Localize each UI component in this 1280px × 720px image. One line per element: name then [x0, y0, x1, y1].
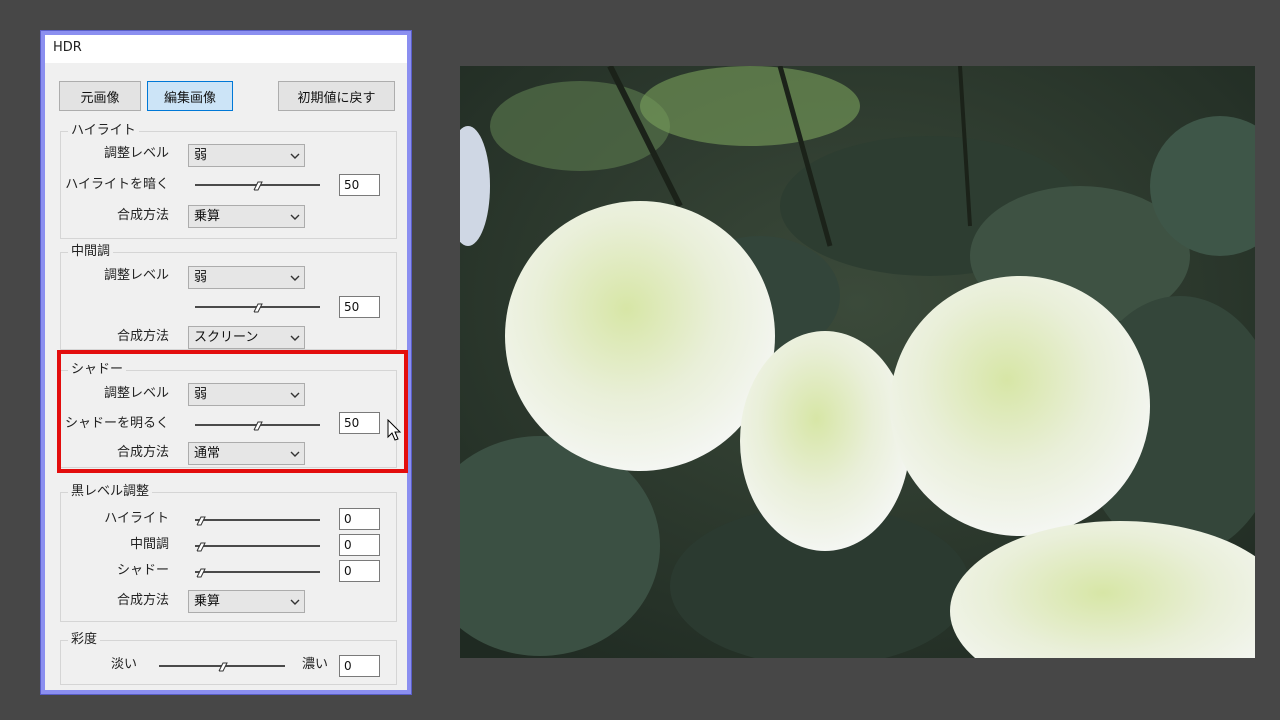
chevron-down-icon [290, 335, 300, 341]
midtone-blend-label: 合成方法 [116, 329, 169, 344]
edited-image-button[interactable]: 編集画像 [147, 81, 233, 111]
highlight-group-title: ハイライト [68, 123, 139, 139]
original-image-button[interactable]: 元画像 [59, 81, 141, 111]
saturation-group: 彩度 淡い 濃い 0 [60, 632, 397, 685]
slider-thumb-icon[interactable] [217, 660, 229, 672]
midtone-level-select[interactable]: 弱 [188, 266, 305, 289]
highlight-level-label: 調整レベル [103, 146, 169, 161]
midtone-slider-value[interactable]: 50 [339, 296, 380, 318]
midtone-blend-value: スクリーン [194, 330, 259, 345]
slider-thumb-icon[interactable] [195, 566, 207, 578]
highlight-level-select[interactable]: 弱 [188, 144, 305, 167]
highlight-darken-label: ハイライトを暗く [65, 177, 169, 192]
saturation-group-title: 彩度 [68, 632, 101, 648]
black-level-group: 黒レベル調整 ハイライト 0 中間調 0 シャドー 0 合成方法 乗算 [60, 484, 397, 622]
highlight-group: ハイライト 調整レベル 弱 ハイライトを暗く 50 合成方法 乗算 [60, 123, 397, 239]
hdr-dialog: HDR 元画像 編集画像 初期値に戻す ハイライト 調整レベル 弱 ハイライトを… [41, 31, 411, 694]
shadow-highlight-box [57, 350, 408, 473]
chevron-down-icon [290, 214, 300, 220]
midtone-level-label: 調整レベル [103, 268, 169, 283]
saturation-value[interactable]: 0 [339, 655, 380, 677]
chevron-down-icon [290, 275, 300, 281]
slider-thumb-icon[interactable] [252, 179, 264, 191]
black-midtone-label: 中間調 [129, 537, 169, 552]
black-shadow-value[interactable]: 0 [339, 560, 380, 582]
black-shadow-slider[interactable] [195, 562, 320, 582]
hydrangea-photo-icon [460, 66, 1255, 658]
black-blend-value: 乗算 [194, 594, 221, 609]
highlight-darken-slider[interactable] [195, 175, 320, 195]
chevron-down-icon [290, 153, 300, 159]
midtone-slider[interactable] [195, 297, 320, 317]
black-level-group-title: 黒レベル調整 [68, 484, 153, 500]
slider-thumb-icon[interactable] [252, 301, 264, 313]
black-blend-label: 合成方法 [116, 593, 169, 608]
preview-image [460, 66, 1255, 658]
saturation-slider[interactable] [159, 656, 285, 676]
highlight-level-value: 弱 [194, 148, 208, 163]
chevron-down-icon [290, 599, 300, 605]
black-shadow-label: シャドー [116, 563, 169, 578]
midtone-level-value: 弱 [194, 270, 208, 285]
highlight-blend-label: 合成方法 [116, 208, 169, 223]
black-midtone-slider[interactable] [195, 536, 320, 556]
black-highlight-label: ハイライト [104, 511, 169, 526]
black-highlight-slider[interactable] [195, 510, 320, 530]
midtone-group-title: 中間調 [68, 244, 114, 260]
mouse-cursor-icon [387, 419, 402, 441]
slider-thumb-icon[interactable] [195, 514, 207, 526]
black-midtone-value[interactable]: 0 [339, 534, 380, 556]
midtone-blend-select[interactable]: スクリーン [188, 326, 305, 349]
saturation-low-label: 淡い [111, 657, 138, 672]
highlight-blend-select[interactable]: 乗算 [188, 205, 305, 228]
saturation-high-label: 濃い [302, 657, 329, 672]
highlight-blend-value: 乗算 [194, 209, 221, 224]
highlight-darken-value[interactable]: 50 [339, 174, 380, 196]
black-highlight-value[interactable]: 0 [339, 508, 380, 530]
reset-defaults-button[interactable]: 初期値に戻す [278, 81, 395, 111]
dialog-title: HDR [45, 35, 407, 63]
black-blend-select[interactable]: 乗算 [188, 590, 305, 613]
slider-thumb-icon[interactable] [195, 540, 207, 552]
midtone-group: 中間調 調整レベル 弱 50 合成方法 スクリーン [60, 244, 397, 350]
